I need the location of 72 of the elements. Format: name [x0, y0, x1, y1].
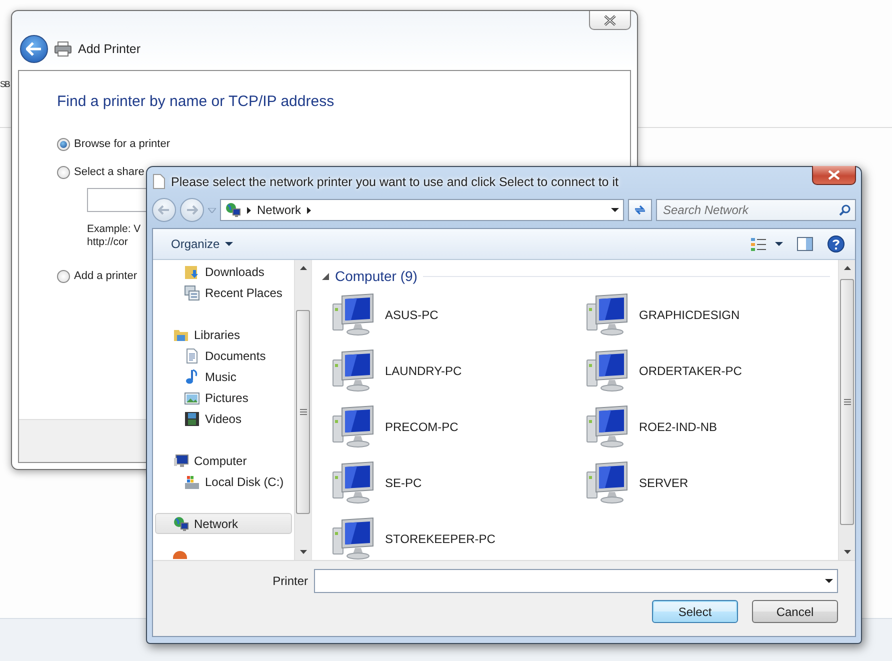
nav-item[interactable]: Libraries: [153, 324, 292, 345]
close-button[interactable]: [812, 166, 856, 185]
example-text: http://cor: [87, 236, 128, 248]
caret-icon[interactable]: [775, 242, 783, 246]
nav-item[interactable]: Videos: [153, 408, 292, 429]
computer-name[interactable]: STOREKEEPER-PC: [385, 532, 496, 546]
downloads-folder-icon: [184, 264, 200, 280]
breadcrumb-arrow-icon[interactable]: [247, 206, 251, 214]
collapse-toggle-icon[interactable]: [322, 272, 329, 280]
details-view-icon[interactable]: [751, 237, 767, 251]
homegroup-icon: [173, 551, 187, 559]
nav-item[interactable]: Recent Places: [153, 282, 292, 303]
printer-icon: [54, 41, 72, 57]
wizard-heading: Find a printer by name or TCP/IP address: [57, 93, 336, 110]
computer-name[interactable]: ROE2-IND-NB: [639, 420, 718, 434]
computer-name[interactable]: PRECOM-PC: [385, 420, 458, 434]
dialog-button[interactable]: Cancel: [752, 600, 838, 623]
film-strip-icon: [184, 410, 200, 426]
nav-item[interactable]: Network: [155, 513, 292, 534]
search-icon[interactable]: [839, 204, 851, 216]
dialog-button[interactable]: Select: [652, 600, 738, 623]
computer-name[interactable]: SE-PC: [385, 476, 422, 490]
document-icon: [184, 348, 200, 364]
computer-name[interactable]: LAUNDRY-PC: [385, 364, 462, 378]
refresh-arrows-icon[interactable]: [633, 204, 647, 216]
scroll-thumb[interactable]: [296, 310, 310, 514]
nav-item[interactable]: Documents: [153, 345, 292, 366]
nav-item[interactable]: Local Disk (C:): [153, 471, 292, 492]
computer-name[interactable]: GRAPHICDESIGN: [639, 308, 740, 322]
close-button[interactable]: [589, 11, 631, 30]
organize-menu[interactable]: Organize: [167, 235, 237, 253]
nav-item[interactable]: Music: [153, 366, 292, 387]
computer-name[interactable]: SERVER: [639, 476, 688, 490]
local-disk-icon: [184, 474, 200, 490]
radio-label[interactable]: Browse for a printer: [74, 138, 170, 150]
back-button[interactable]: [20, 35, 48, 63]
caret-icon[interactable]: [224, 242, 233, 246]
dialog-title: Please select the network printer you want to use and click Select to connect to it: [171, 174, 620, 188]
music-note-icon: [184, 368, 200, 384]
radio-button[interactable]: [57, 138, 70, 150]
dropdown-arrow-icon[interactable]: [611, 208, 619, 212]
picture-frame-icon: [184, 390, 200, 406]
network-globe-icon: [225, 202, 241, 218]
breadcrumb[interactable]: Network: [257, 203, 302, 217]
computer-icon: [173, 452, 189, 468]
document-icon: [153, 174, 165, 189]
radio-label[interactable]: Select a share: [74, 166, 144, 178]
scroll-thumb[interactable]: [840, 279, 854, 525]
breadcrumb-arrow-icon[interactable]: [307, 206, 312, 214]
radio-button[interactable]: [57, 166, 70, 178]
scrollbar[interactable]: [838, 260, 855, 560]
computer-name[interactable]: ORDERTAKER-PC: [639, 364, 742, 378]
search-field[interactable]: Search Network: [656, 199, 856, 221]
computer-name[interactable]: ASUS-PC: [385, 308, 438, 322]
scrollbar[interactable]: [294, 260, 311, 560]
desktop-label: SB: [0, 79, 10, 89]
window-title: Add Printer: [78, 42, 141, 56]
radio-label[interactable]: Add a printer: [74, 270, 137, 282]
printer-label: Printer: [272, 574, 308, 588]
network-globe-icon: [173, 516, 189, 532]
example-text: Example: V: [87, 223, 141, 235]
radio-button[interactable]: [57, 270, 70, 282]
nav-item[interactable]: Downloads: [153, 261, 292, 282]
refresh-button[interactable]: [628, 199, 652, 221]
address-bar[interactable]: Network: [220, 199, 624, 221]
close-icon[interactable]: [603, 14, 617, 26]
recent-places-icon: [184, 284, 200, 300]
view-options-button[interactable]: [749, 235, 785, 253]
nav-item[interactable]: Computer: [153, 450, 292, 471]
dropdown-arrow-icon[interactable]: [825, 579, 833, 583]
nav-item[interactable]: Pictures: [153, 387, 292, 408]
group-header[interactable]: Computer (9): [335, 268, 418, 284]
